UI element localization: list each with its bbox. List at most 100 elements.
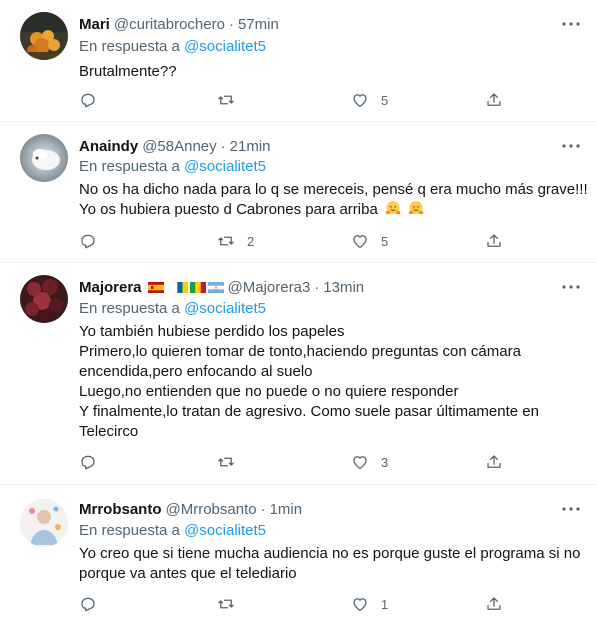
share-button[interactable] (485, 231, 503, 251)
display-name[interactable]: Majorera (79, 279, 142, 296)
share-button[interactable] (485, 452, 503, 472)
tweet-header: Mari @curitabrochero · 57min (79, 14, 279, 34)
like-count: 1 (381, 596, 389, 612)
text-line: No os ha dicho nada para lo q se merecei… (79, 181, 588, 198)
more-icon[interactable] (561, 138, 581, 154)
reply-button[interactable] (79, 231, 109, 251)
reply-button[interactable] (79, 452, 109, 472)
action-bar: 2 5 (79, 231, 509, 251)
flag-icon (189, 281, 206, 293)
text-line: porque va antes que el telediario (79, 565, 297, 582)
timestamp[interactable]: 57min (238, 16, 279, 33)
share-icon (487, 455, 501, 468)
share-icon (487, 234, 501, 247)
reply-context: En respuesta a @socialitet5 (79, 158, 266, 175)
reply-prefix: En respuesta a (79, 522, 180, 539)
retweet-button[interactable] (217, 90, 247, 110)
like-count: 5 (381, 92, 389, 108)
tweet-header: Anaindy @58Anney · 21min (79, 136, 271, 156)
like-button[interactable]: 1 (351, 594, 388, 614)
reply-icon (81, 455, 95, 470)
tweet-text: Yo creo que si tiene mucha audiencia no … (79, 544, 581, 584)
mention-link[interactable]: @socialitet5 (184, 522, 266, 539)
more-icon[interactable] (561, 16, 581, 32)
retweet-button[interactable]: 2 (217, 231, 254, 251)
retweet-icon (218, 599, 234, 609)
tweet[interactable]: Majorera @Majorera3 · 13min En respuesta… (0, 263, 597, 485)
action-bar: 1 (79, 594, 509, 614)
text-line: Telecirco (79, 423, 139, 440)
display-name[interactable]: Anaindy (79, 138, 138, 155)
separator-dot: · (260, 500, 266, 518)
retweet-button[interactable] (217, 452, 247, 472)
text-line: Brutalmente?? (79, 63, 177, 80)
text-line: Yo también hubiese perdido los papeles (79, 323, 345, 340)
text-line-with-emoji: Yo os hubiera puesto d Cabrones para arr… (79, 200, 559, 220)
action-bar: 5 (79, 90, 509, 110)
tweet[interactable]: Mari @curitabrochero · 57min En respuest… (0, 0, 597, 122)
retweet-icon (218, 95, 234, 105)
timestamp[interactable]: 1min (270, 501, 303, 518)
reply-context: En respuesta a @socialitet5 (79, 522, 266, 539)
retweet-count: 2 (247, 233, 255, 249)
tweet[interactable]: Mrrobsanto @Mrrobsanto · 1min En respues… (0, 485, 597, 625)
text-line: Yo os hubiera puesto d Cabrones para arr… (79, 201, 378, 218)
like-icon (353, 598, 367, 612)
like-button[interactable]: 5 (351, 231, 388, 251)
like-button[interactable]: 5 (351, 90, 388, 110)
hugging-face-emoji (385, 201, 401, 215)
retweet-icon (218, 236, 234, 246)
spain-flag (147, 281, 164, 293)
tweet[interactable]: Anaindy @58Anney · 21min En respuesta a … (0, 122, 597, 263)
avatar[interactable] (20, 499, 68, 547)
like-count: 5 (381, 233, 389, 249)
hugging-face-emoji (408, 201, 424, 215)
text-line: Yo creo que si tiene mucha audiencia no … (79, 545, 581, 562)
user-handle[interactable]: @Mrrobsanto (166, 501, 257, 518)
separator-dot: · (228, 15, 234, 33)
retweet-icon (218, 457, 234, 467)
user-handle[interactable]: @curitabrochero (114, 16, 225, 33)
tweet-text: No os ha dicho nada para lo q se merecei… (79, 180, 588, 220)
reply-icon (81, 93, 95, 108)
mention-link[interactable]: @socialitet5 (184, 300, 266, 317)
share-button[interactable] (485, 594, 503, 614)
avatar[interactable] (20, 12, 68, 60)
retweet-button[interactable] (217, 594, 247, 614)
share-icon (487, 93, 501, 106)
argentina-flag (207, 281, 224, 293)
user-handle[interactable]: @Majorera3 (228, 279, 311, 296)
user-handle[interactable]: @58Anney (142, 138, 216, 155)
like-button[interactable]: 3 (351, 452, 388, 472)
timestamp[interactable]: 13min (323, 279, 364, 296)
share-button[interactable] (485, 90, 503, 110)
avatar[interactable] (20, 275, 68, 323)
reply-prefix: En respuesta a (79, 300, 180, 317)
reply-context: En respuesta a @socialitet5 (79, 38, 266, 55)
text-line: Primero,lo quieren tomar de tonto,hacien… (79, 343, 521, 360)
tweet-header: Mrrobsanto @Mrrobsanto · 1min (79, 499, 302, 519)
tweet-text: Yo también hubiese perdido los papeles P… (79, 322, 559, 442)
tweet-header: Majorera @Majorera3 · 13min (79, 277, 364, 297)
reply-button[interactable] (79, 594, 109, 614)
tweet-text: Brutalmente?? (79, 62, 559, 82)
display-name[interactable]: Mari (79, 16, 110, 33)
text-line: encendida,pero enfocando al suelo (79, 363, 313, 380)
mention-link[interactable]: @socialitet5 (184, 38, 266, 55)
reply-icon (81, 234, 95, 249)
text-line: Luego,no entienden que no puede o no qui… (79, 383, 459, 400)
reply-icon (81, 597, 95, 612)
separator-dot: · (220, 137, 226, 155)
like-icon (353, 456, 367, 470)
like-icon (353, 235, 367, 249)
display-name[interactable]: Mrrobsanto (79, 501, 162, 518)
reply-prefix: En respuesta a (79, 38, 180, 55)
reply-context: En respuesta a @socialitet5 (79, 300, 266, 317)
more-icon[interactable] (561, 501, 581, 517)
timestamp[interactable]: 21min (230, 138, 271, 155)
mention-link[interactable]: @socialitet5 (184, 158, 266, 175)
avatar[interactable] (20, 134, 68, 182)
more-icon[interactable] (561, 279, 581, 295)
separator-dot: · (314, 278, 320, 296)
reply-button[interactable] (79, 90, 109, 110)
